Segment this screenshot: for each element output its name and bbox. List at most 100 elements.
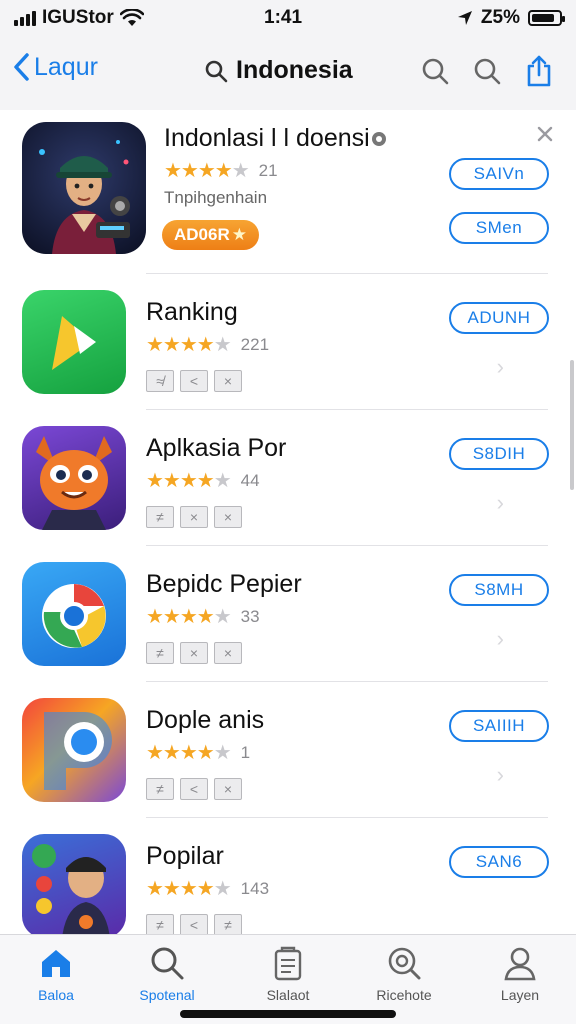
tab-label: Ricehote (376, 987, 432, 1003)
chevron-left-icon (14, 53, 29, 81)
tag: < (180, 370, 208, 392)
search-button-2[interactable] (472, 56, 502, 86)
status-time: 1:41 (264, 7, 303, 28)
tab-profile[interactable]: Layen (470, 945, 570, 1003)
rating: ★★★★★ 44 (146, 468, 260, 493)
rating: ★★★★★ 21 (164, 158, 278, 183)
app-title[interactable]: Aplkasia Por (146, 434, 286, 463)
rating-count: 221 (240, 334, 270, 354)
chevron-right-icon: › (496, 354, 504, 379)
app-icon-game (22, 122, 146, 254)
location-arrow-icon (457, 11, 472, 25)
get-button[interactable]: SAIIIH (449, 710, 549, 742)
search-icon (151, 947, 184, 980)
get-button[interactable]: SAIVn (449, 158, 549, 190)
tag: × (214, 778, 242, 800)
app-title[interactable]: Dople anis (146, 706, 264, 735)
apps-icon (274, 946, 302, 981)
search-circle-icon (388, 947, 421, 980)
battery-percent: Z5% (480, 7, 520, 28)
feature-tags: ≠ × × (146, 642, 242, 664)
get-button[interactable]: SAN6 (449, 846, 549, 878)
tab-label: Slalaot (266, 987, 310, 1003)
star-rating-icon: ★★★★★ (146, 878, 232, 900)
close-button[interactable] (536, 122, 554, 150)
share-button[interactable] (524, 54, 554, 88)
get-button[interactable]: S8MH (449, 574, 549, 606)
tag: < (180, 914, 208, 934)
tab-home[interactable]: Baloa (6, 945, 106, 1003)
get-button[interactable]: S8DIH (449, 438, 549, 470)
status-left: IGUStor (14, 7, 144, 29)
tab-search[interactable]: Spotenal (117, 945, 217, 1003)
search-icon (205, 60, 228, 82)
rating-count: 33 (240, 606, 260, 626)
tag: × (180, 642, 208, 664)
tag: ≉ (146, 370, 174, 392)
feature-tags: ≉ < × (146, 370, 242, 392)
star-rating-icon: ★★★★★ (146, 742, 232, 764)
tag: × (180, 506, 208, 528)
rating-count: 44 (240, 470, 260, 490)
star-rating-icon: ★★★★★ (146, 334, 232, 356)
nav-bar: Laqur Indonesia (0, 44, 576, 100)
home-indicator[interactable] (180, 1010, 396, 1018)
rating: ★★★★★ 33 (146, 604, 260, 629)
app-title[interactable]: Popilar (146, 842, 224, 871)
signal-icon (14, 10, 36, 26)
app-icon-ranking (22, 290, 126, 394)
app-title[interactable]: Indonlasi l l doensi (164, 124, 370, 153)
app-title[interactable]: Bepidc Pepier (146, 570, 302, 599)
person-icon (504, 947, 536, 981)
list-item[interactable]: Ranking ★★★★★ 221 ≉ < × ADUNH › (0, 274, 576, 410)
tag: × (214, 370, 242, 392)
feature-tags: ≠ < ≠ (146, 914, 242, 934)
app-icon-docs (22, 698, 126, 802)
list-item[interactable]: Bepidc Pepier ★★★★★ 33 ≠ × × S8MH › (0, 546, 576, 682)
promo-badge: AD06R ★ (162, 220, 259, 250)
rating: ★★★★★ 221 (146, 332, 269, 357)
list-item[interactable]: Aplkasia Por ★★★★★ 44 ≠ × × S8DIH › (0, 410, 576, 546)
tab-apps[interactable]: Slalaot (238, 945, 338, 1003)
rating: ★★★★★ 1 (146, 740, 250, 765)
browser-logo-icon (42, 584, 106, 648)
get-button[interactable]: ADUNH (449, 302, 549, 334)
badge-label: AD06R (174, 225, 230, 244)
star-rating-icon: ★★★★★ (146, 470, 232, 492)
wifi-icon (119, 9, 144, 26)
search-button[interactable] (420, 56, 450, 86)
list-item[interactable]: Popilar ★★★★★ 143 ≠ < ≠ SAN6 (0, 818, 576, 934)
app-title[interactable]: Ranking (146, 298, 238, 327)
tab-label: Layen (500, 987, 540, 1003)
list-item[interactable]: Dople anis ★★★★★ 1 ≠ < × SAIIIH › (0, 682, 576, 818)
feature-tags: ≠ < × (146, 778, 242, 800)
star-icon: ★ (231, 225, 247, 244)
share-icon (527, 55, 551, 87)
chevron-right-icon: › (496, 490, 504, 515)
rating-count: 21 (258, 160, 278, 180)
chevron-right-icon: › (496, 626, 504, 651)
status-right: Z5% (457, 7, 565, 29)
tag: × (214, 642, 242, 664)
nav-actions (420, 54, 554, 88)
settings-icon (372, 132, 386, 146)
app-icon-browser (22, 562, 126, 666)
star-rating-icon: ★★★★★ (146, 606, 232, 628)
feature-tags: ≠ × × (146, 506, 242, 528)
battery-icon (528, 10, 565, 26)
home-icon (42, 950, 70, 977)
tab-label: Spotenal (139, 987, 195, 1003)
app-icon-character (22, 426, 126, 530)
page-title-text: Indonesia (236, 56, 353, 84)
list-item[interactable]: Indonlasi l l doensi ★★★★★ 21 Tnpihgenha… (0, 110, 576, 274)
character-face-icon (36, 436, 112, 530)
secondary-button[interactable]: SMen (449, 212, 549, 244)
status-bar: IGUStor 1:41 Z5% (0, 0, 576, 36)
rating-count: 1 (240, 742, 251, 762)
carrier-label: IGUStor (42, 7, 114, 28)
close-icon (537, 126, 553, 142)
tab-search-2[interactable]: Ricehote (354, 945, 454, 1003)
back-button[interactable]: Laqur (12, 52, 98, 82)
app-subtitle: Tnpihgenhain (164, 188, 268, 207)
character-illustration (39, 140, 130, 254)
